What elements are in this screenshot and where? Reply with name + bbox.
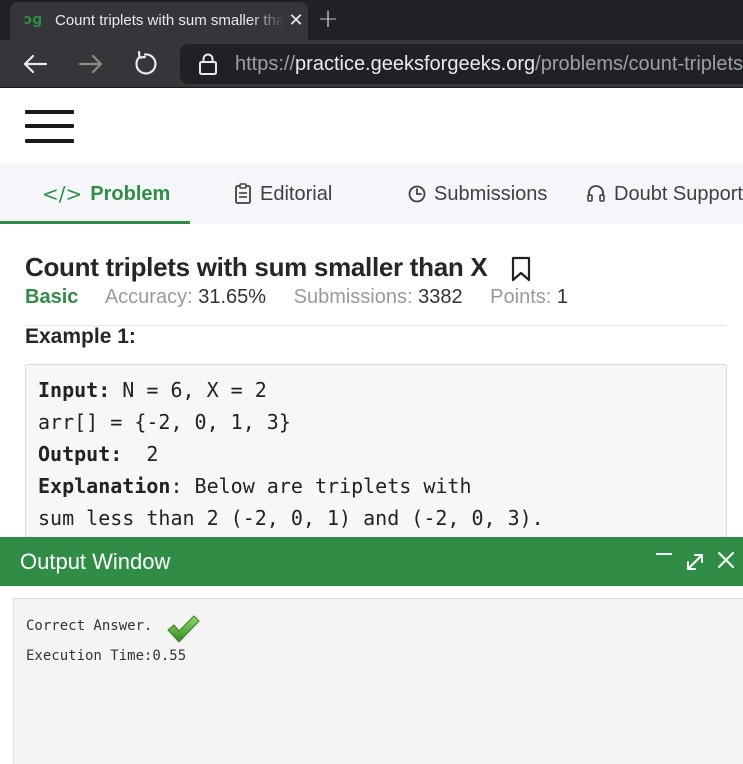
difficulty-badge: Basic <box>25 286 79 308</box>
tab-doubt-support[interactable]: Doubt Support <box>586 164 743 224</box>
tab-problem[interactable]: </> Problem <box>42 164 170 224</box>
submissions-value: 3382 <box>418 286 463 308</box>
output-label: Output: <box>38 442 123 466</box>
expand-icon[interactable] <box>683 548 707 574</box>
checkmark-icon <box>167 615 200 643</box>
output-value: 2 <box>122 442 159 466</box>
tab-label: Editorial <box>260 182 333 205</box>
problem-title: Count triplets with sum smaller than X <box>25 252 488 282</box>
site-header <box>0 88 743 164</box>
hamburger-menu-icon[interactable] <box>25 110 75 144</box>
url-text[interactable]: https://practice.geeksforgeeks.org/probl… <box>235 52 743 76</box>
minimize-icon[interactable] <box>652 548 676 574</box>
example-explanation-line: Explanation: Below are triplets with <box>38 474 471 504</box>
headset-icon <box>587 185 605 202</box>
url-path: /problems/count-triplets-with-sum-smalle… <box>535 53 743 75</box>
execution-time-text: Execution Time:0.55 <box>26 648 187 664</box>
explanation-value: : Below are triplets with <box>170 474 472 498</box>
code-icon: </> <box>42 182 83 206</box>
tab-submissions[interactable]: Submissions <box>408 164 547 224</box>
close-icon[interactable] <box>714 548 738 574</box>
tab-label: Doubt Support <box>614 182 743 205</box>
tab-label: Submissions <box>434 182 548 205</box>
new-tab-icon[interactable]: + <box>316 6 340 32</box>
example-input-line: Input: N = 6, X = 2 <box>38 378 267 408</box>
input-value: N = 6, X = 2 <box>110 378 267 402</box>
back-arrow-icon[interactable] <box>20 50 50 78</box>
accuracy-label: Accuracy: <box>104 286 193 308</box>
points-label: Points: <box>490 286 552 308</box>
browser-tab[interactable]: ɔɡ Count triplets with sum smaller than … <box>10 2 308 40</box>
bookmark-icon[interactable] <box>510 256 532 282</box>
problem-meta: Basic Accuracy: 31.65% Submissions: 3382… <box>25 286 590 314</box>
close-tab-icon[interactable]: ✕ <box>286 10 306 32</box>
result-text: Correct Answer. <box>26 618 153 634</box>
refresh-icon[interactable] <box>131 50 161 78</box>
example-explanation-line-2: sum less than 2 (-2, 0, 1) and (-2, 0, 3… <box>38 506 544 530</box>
url-scheme: https:// <box>235 53 296 75</box>
accuracy-value: 31.65% <box>198 286 267 308</box>
input-label: Input: <box>38 378 111 402</box>
active-tab-indicator <box>0 221 190 224</box>
example-arr-line: arr[] = {-2, 0, 1, 3} <box>38 410 291 434</box>
output-window-title: Output Window <box>20 549 171 574</box>
submissions-label: Submissions: <box>293 286 413 308</box>
example-heading: Example 1: <box>25 325 136 348</box>
example-output-line: Output: 2 <box>38 442 158 472</box>
points-value: 1 <box>556 286 569 308</box>
gfg-logo-icon: ɔɡ <box>24 12 43 28</box>
browser-tab-title: Count triplets with sum smaller than X <box>55 12 285 29</box>
clock-icon <box>408 185 426 203</box>
explanation-label: Explanation <box>38 474 171 498</box>
document-icon <box>235 183 251 204</box>
lock-icon[interactable] <box>198 52 218 76</box>
url-host: practice.geeksforgeeks.org <box>295 53 536 75</box>
forward-arrow-icon[interactable] <box>76 50 106 78</box>
tab-editorial[interactable]: Editorial <box>234 164 332 224</box>
tab-label: Problem <box>90 182 171 205</box>
